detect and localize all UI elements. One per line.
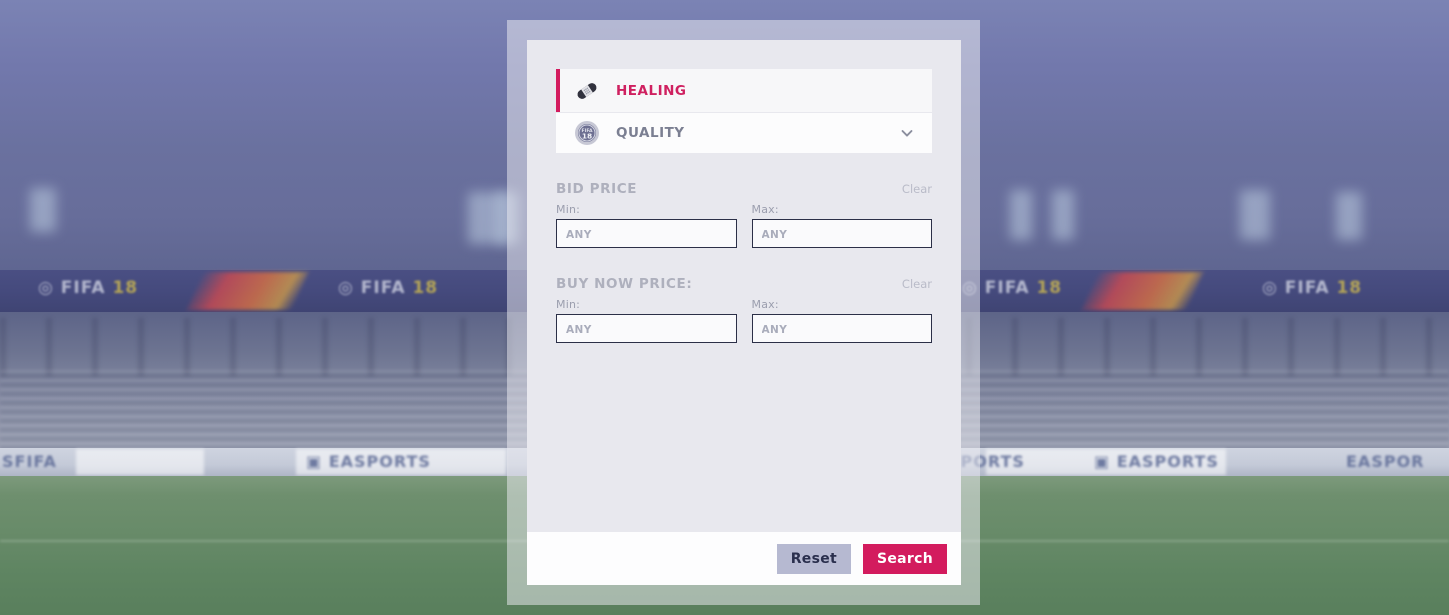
modal-footer: Reset Search — [527, 532, 961, 585]
category-label: QUALITY — [616, 125, 685, 141]
bid-price-clear-link[interactable]: Clear — [902, 182, 932, 196]
buy-now-price-header: BUY NOW PRICE: Clear — [556, 276, 932, 292]
bandage-icon — [574, 78, 600, 104]
bid-price-min-label: Min: — [556, 203, 581, 216]
floodlight — [30, 188, 56, 232]
fifa18-banner-logo: ◎ FIFA 18 — [38, 278, 139, 298]
buy-now-price-min-input[interactable] — [556, 314, 737, 343]
floodlight — [1240, 190, 1270, 240]
category-label: HEALING — [616, 82, 687, 99]
bid-price-max-field-group: Max: — [751, 203, 932, 248]
buy-now-price-filter-group: BUY NOW PRICE: Clear Min: Max: — [556, 276, 932, 343]
search-button[interactable]: Search — [863, 543, 947, 574]
search-filter-modal: HEALING FIFA 18 QUALITY BID PRICE Clear … — [527, 40, 961, 585]
buy-now-price-min-label: Min: — [556, 298, 581, 311]
bid-price-min-field-group: Min: — [556, 203, 737, 248]
buy-now-price-max-label: Max: — [751, 298, 779, 311]
fifa18-banner-logo: ◎ FIFA 18 — [338, 278, 439, 298]
reset-button[interactable]: Reset — [776, 543, 851, 574]
banner-color-streak — [1081, 272, 1204, 310]
floodlight — [1336, 192, 1362, 240]
category-row-healing[interactable]: HEALING — [556, 69, 932, 112]
hoarding-text: ▣ EASPORTS — [1094, 452, 1219, 471]
fifa18-badge-icon: FIFA 18 — [574, 120, 600, 146]
bid-price-title: BID PRICE — [556, 181, 638, 197]
hoarding-panel — [76, 449, 204, 475]
svg-text:18: 18 — [582, 132, 592, 141]
buy-now-price-title: BUY NOW PRICE: — [556, 276, 693, 292]
buy-now-price-fields: Min: Max: — [556, 298, 932, 343]
buy-now-price-max-input[interactable] — [751, 314, 932, 343]
bid-price-max-label: Max: — [751, 203, 779, 216]
chevron-down-icon[interactable] — [900, 126, 914, 140]
category-row-quality[interactable]: FIFA 18 QUALITY — [556, 113, 932, 153]
hoarding-text: SFIFA — [2, 452, 57, 471]
buy-now-price-max-field-group: Max: — [751, 298, 932, 343]
buy-now-price-min-field-group: Min: — [556, 298, 737, 343]
bid-price-fields: Min: Max: — [556, 203, 932, 248]
bid-price-header: BID PRICE Clear — [556, 181, 932, 197]
floodlight — [1010, 190, 1032, 240]
bid-price-min-input[interactable] — [556, 219, 737, 248]
modal-body: HEALING FIFA 18 QUALITY BID PRICE Clear … — [527, 40, 961, 532]
banner-color-streak — [186, 272, 309, 310]
hoarding-text: EASPOR — [1346, 452, 1425, 471]
floodlight — [1052, 190, 1074, 240]
hoarding-text: ▣ EASPORTS — [306, 452, 431, 471]
fifa18-banner-logo: ◎ FIFA 18 — [1262, 278, 1363, 298]
bid-price-filter-group: BID PRICE Clear Min: Max: — [556, 181, 932, 248]
buy-now-price-clear-link[interactable]: Clear — [902, 277, 932, 291]
bid-price-max-input[interactable] — [751, 219, 932, 248]
